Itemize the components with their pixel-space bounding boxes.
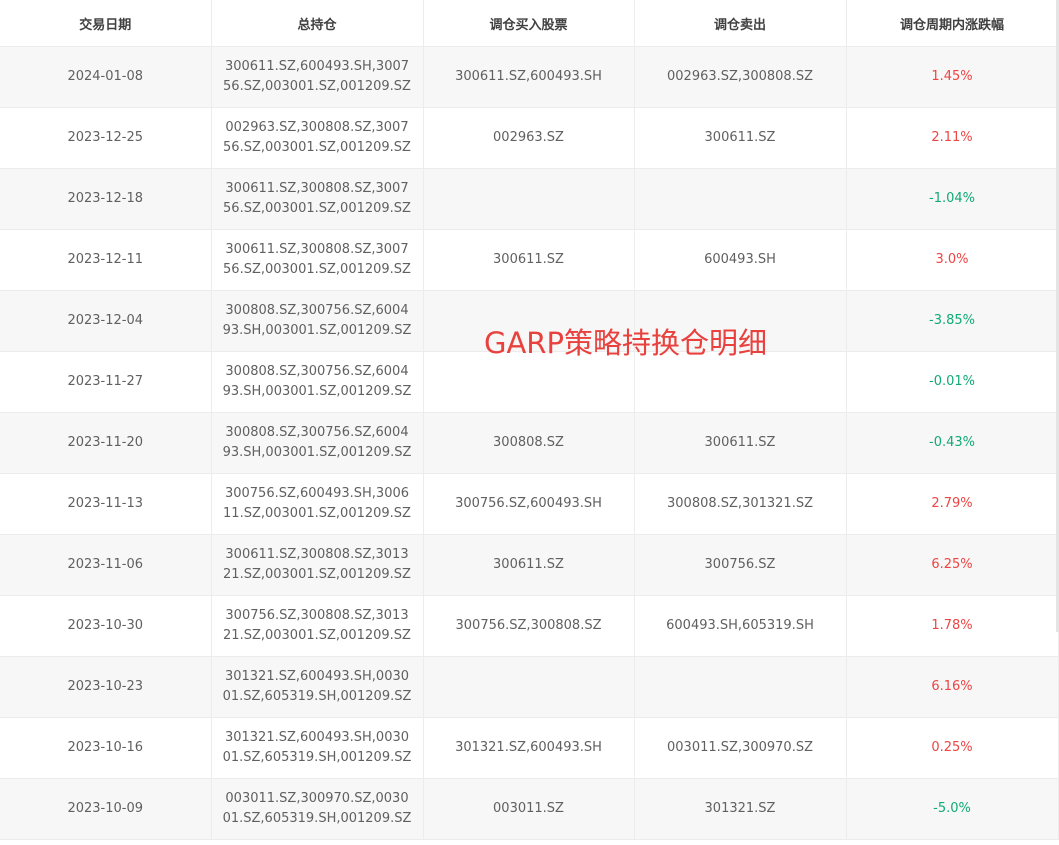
table-row: 2023-12-25 002963.SZ,300808.SZ,300756.SZ… [0,107,1059,169]
overlay-title: GARP策略持换仓明细 [484,326,767,360]
column-header-buy[interactable]: 调仓买入股票 [423,0,635,47]
holdings-cell: 300611.SZ,300808.SZ,300756.SZ,003001.SZ,… [211,168,424,230]
column-header-date[interactable]: 交易日期 [0,0,212,47]
sell-cell: 301321.SZ [634,778,847,840]
date-cell: 2023-12-18 [0,168,212,230]
holdings-cell: 300756.SZ,300808.SZ,301321.SZ,003001.SZ,… [211,595,424,657]
change-cell: 6.25% [846,534,1059,596]
table-header: 交易日期 总持仓 调仓买入股票 调仓卖出 调仓周期内涨跌幅 [0,0,1059,47]
date-cell: 2023-10-23 [0,656,212,718]
table-row: 2023-10-16 301321.SZ,600493.SH,003001.SZ… [0,717,1059,779]
holdings-cell: 003011.SZ,300970.SZ,003001.SZ,605319.SH,… [211,778,424,840]
table-row: 2023-10-30 300756.SZ,300808.SZ,301321.SZ… [0,595,1059,657]
sell-cell: 003011.SZ,300970.SZ [634,717,847,779]
date-cell: 2024-01-08 [0,46,212,108]
holdings-cell: 300611.SZ,300808.SZ,300756.SZ,003001.SZ,… [211,229,424,291]
holdings-cell: 301321.SZ,600493.SH,003001.SZ,605319.SH,… [211,656,424,718]
date-cell: 2023-12-25 [0,107,212,169]
holdings-cell: 300756.SZ,600493.SH,300611.SZ,003001.SZ,… [211,473,424,535]
sell-cell: 300611.SZ [634,107,847,169]
date-cell: 2023-12-11 [0,229,212,291]
sell-cell: 600493.SH,605319.SH [634,595,847,657]
change-cell: 6.16% [846,656,1059,718]
column-header-holdings[interactable]: 总持仓 [211,0,424,47]
change-cell: -3.85% [846,290,1059,352]
holdings-cell: 300808.SZ,300756.SZ,600493.SH,003001.SZ,… [211,412,424,474]
holdings-table-container: 交易日期 总持仓 调仓买入股票 调仓卖出 调仓周期内涨跌幅 2024-01-08… [0,0,1059,840]
table-row: 2023-12-18 300611.SZ,300808.SZ,300756.SZ… [0,168,1059,230]
date-cell: 2023-11-27 [0,351,212,413]
sell-cell: 600493.SH [634,229,847,291]
holdings-table: 交易日期 总持仓 调仓买入股票 调仓卖出 调仓周期内涨跌幅 2024-01-08… [0,0,1059,840]
buy-cell: 301321.SZ,600493.SH [423,717,635,779]
change-cell: -0.01% [846,351,1059,413]
buy-cell [423,656,635,718]
holdings-cell: 300611.SZ,300808.SZ,301321.SZ,003001.SZ,… [211,534,424,596]
buy-cell: 002963.SZ [423,107,635,169]
date-cell: 2023-11-13 [0,473,212,535]
holdings-cell: 301321.SZ,600493.SH,003001.SZ,605319.SH,… [211,717,424,779]
sell-cell: 300808.SZ,301321.SZ [634,473,847,535]
change-cell: 2.11% [846,107,1059,169]
buy-cell: 003011.SZ [423,778,635,840]
change-cell: -5.0% [846,778,1059,840]
column-header-sell[interactable]: 调仓卖出 [634,0,847,47]
table-row: 2023-11-13 300756.SZ,600493.SH,300611.SZ… [0,473,1059,535]
buy-cell [423,168,635,230]
change-cell: -0.43% [846,412,1059,474]
header-row: 交易日期 总持仓 调仓买入股票 调仓卖出 调仓周期内涨跌幅 [0,0,1059,47]
holdings-cell: 300808.SZ,300756.SZ,600493.SH,003001.SZ,… [211,290,424,352]
table-row: 2023-10-09 003011.SZ,300970.SZ,003001.SZ… [0,778,1059,840]
date-cell: 2023-10-09 [0,778,212,840]
table-body: 2024-01-08 300611.SZ,600493.SH,300756.SZ… [0,46,1059,840]
table-row: 2023-12-11 300611.SZ,300808.SZ,300756.SZ… [0,229,1059,291]
sell-cell: 300611.SZ [634,412,847,474]
sell-cell [634,168,847,230]
table-row: 2023-11-20 300808.SZ,300756.SZ,600493.SH… [0,412,1059,474]
holdings-cell: 300808.SZ,300756.SZ,600493.SH,003001.SZ,… [211,351,424,413]
sell-cell [634,656,847,718]
date-cell: 2023-10-30 [0,595,212,657]
table-row: 2024-01-08 300611.SZ,600493.SH,300756.SZ… [0,46,1059,108]
date-cell: 2023-11-20 [0,412,212,474]
sell-cell: 002963.SZ,300808.SZ [634,46,847,108]
change-cell: -1.04% [846,168,1059,230]
table-row: 2023-11-06 300611.SZ,300808.SZ,301321.SZ… [0,534,1059,596]
table-row: 2023-10-23 301321.SZ,600493.SH,003001.SZ… [0,656,1059,718]
buy-cell: 300611.SZ,600493.SH [423,46,635,108]
change-cell: 3.0% [846,229,1059,291]
holdings-cell: 002963.SZ,300808.SZ,300756.SZ,003001.SZ,… [211,107,424,169]
change-cell: 2.79% [846,473,1059,535]
buy-cell: 300611.SZ [423,229,635,291]
buy-cell: 300756.SZ,600493.SH [423,473,635,535]
buy-cell: 300808.SZ [423,412,635,474]
date-cell: 2023-11-06 [0,534,212,596]
column-header-change[interactable]: 调仓周期内涨跌幅 [846,0,1059,47]
sell-cell: 300756.SZ [634,534,847,596]
buy-cell: 300756.SZ,300808.SZ [423,595,635,657]
buy-cell: 300611.SZ [423,534,635,596]
date-cell: 2023-10-16 [0,717,212,779]
change-cell: 1.78% [846,595,1059,657]
change-cell: 1.45% [846,46,1059,108]
change-cell: 0.25% [846,717,1059,779]
date-cell: 2023-12-04 [0,290,212,352]
holdings-cell: 300611.SZ,600493.SH,300756.SZ,003001.SZ,… [211,46,424,108]
